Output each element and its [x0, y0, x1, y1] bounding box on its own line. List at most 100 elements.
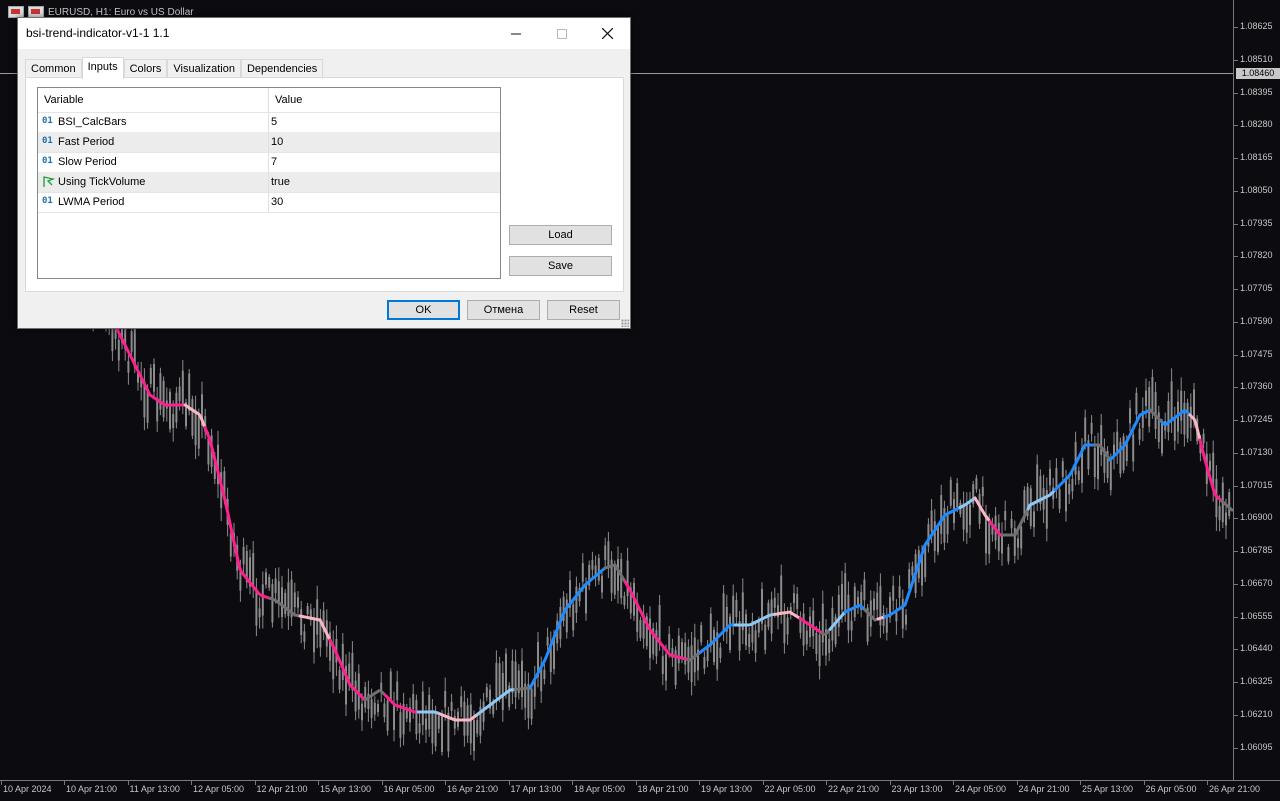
cancel-button[interactable]: Отмена — [467, 300, 540, 320]
candle-body — [469, 704, 472, 744]
candle-body — [444, 690, 447, 708]
tab-inputs[interactable]: Inputs — [81, 57, 124, 79]
price-tick — [1234, 92, 1238, 94]
candle-body — [348, 663, 351, 680]
price-tick — [1234, 747, 1238, 749]
input-value[interactable]: 30 — [271, 192, 283, 212]
input-value[interactable]: 10 — [271, 132, 283, 152]
time-label: 19 Apr 13:00 — [701, 784, 753, 794]
minimize-button[interactable] — [493, 18, 539, 49]
input-row[interactable]: 01 LWMA Period 30 — [38, 192, 500, 213]
price-axis[interactable]: 1.08625 1.08510 1.08395 1.08280 1.08165 1.080… — [1233, 0, 1280, 780]
input-value[interactable]: 7 — [271, 152, 277, 172]
candle-body — [1084, 417, 1087, 442]
time-label: 23 Apr 13:00 — [891, 784, 943, 794]
candle-body — [370, 699, 373, 718]
candle-body — [1077, 470, 1080, 481]
header-value[interactable]: Value — [269, 88, 500, 112]
load-button[interactable]: Load — [509, 225, 612, 245]
candle-body — [565, 599, 568, 633]
candle-body — [853, 586, 856, 618]
candle-body — [1058, 489, 1061, 509]
candle-body — [431, 710, 434, 744]
ok-button[interactable]: OK — [387, 300, 460, 320]
trend-line-segment — [1160, 409, 1192, 426]
candle-body — [1055, 467, 1058, 489]
candle-body — [658, 605, 661, 641]
time-axis[interactable]: 10 Apr 2024 10 Apr 21:00 11 Apr 13:00 12 Ap… — [0, 780, 1280, 801]
price-tick — [1234, 387, 1238, 389]
candle-body — [1020, 526, 1023, 549]
candle-body — [361, 703, 363, 721]
time-tick — [889, 781, 891, 785]
time-label: 16 Apr 05:00 — [383, 784, 435, 794]
candle-body — [450, 702, 453, 712]
input-row[interactable]: 01 BSI_CalcBars 5 — [38, 112, 500, 133]
tab-dependencies[interactable]: Dependencies — [240, 59, 324, 78]
candle-body — [303, 631, 306, 642]
resize-grip[interactable] — [621, 319, 629, 327]
price-label: 1.08395 — [1240, 86, 1273, 97]
time-label: 26 Apr 05:00 — [1145, 784, 1197, 794]
price-label: 1.07475 — [1240, 348, 1273, 359]
candle-body — [821, 603, 824, 643]
price-tick — [1234, 452, 1238, 454]
input-row[interactable]: 01 Fast Period 10 — [38, 132, 500, 153]
save-button[interactable]: Save — [509, 256, 612, 276]
price-label: 1.08280 — [1240, 119, 1273, 130]
price-tick — [1234, 354, 1238, 356]
candle-body — [837, 594, 840, 628]
input-name: Using TickVolume — [58, 176, 146, 188]
candle-body — [1122, 436, 1125, 471]
reset-button[interactable]: Reset — [547, 300, 620, 320]
candle-body — [268, 577, 271, 588]
candle-body — [265, 572, 267, 585]
trend-line-segment — [1026, 488, 1057, 511]
candle-body — [1074, 441, 1077, 475]
grid-header: Variable Value — [38, 88, 500, 113]
candle-body — [511, 660, 514, 693]
candle-body — [476, 719, 479, 734]
input-value[interactable]: true — [271, 172, 290, 192]
time-label: 22 Apr 05:00 — [764, 784, 816, 794]
input-name: Slow Period — [58, 156, 117, 168]
time-label: 12 Apr 21:00 — [256, 784, 308, 794]
tab-common[interactable]: Common — [25, 59, 82, 78]
candle-body — [421, 691, 424, 725]
time-tick — [762, 781, 764, 785]
candle-body — [617, 559, 619, 591]
input-row[interactable]: 01 Slow Period 7 — [38, 152, 500, 173]
candle-body — [754, 630, 757, 653]
candle-body — [1097, 443, 1099, 480]
tab-colors[interactable]: Colors — [123, 59, 168, 78]
price-label: 1.06900 — [1240, 512, 1273, 523]
candle-body — [540, 668, 543, 692]
price-tick — [1234, 583, 1238, 585]
dialog-title: bsi-trend-indicator-v1-1 1.1 — [26, 26, 170, 40]
dialog-titlebar[interactable]: bsi-trend-indicator-v1-1 1.1 — [18, 18, 630, 49]
close-button[interactable] — [584, 18, 630, 49]
candle-body — [1183, 402, 1186, 435]
candle-body — [828, 639, 831, 653]
price-label: 1.06785 — [1240, 545, 1273, 555]
price-label: 1.07935 — [1240, 217, 1273, 228]
candle-body — [700, 625, 703, 643]
candle-body — [261, 584, 264, 616]
time-tick — [508, 781, 510, 785]
candle-body — [649, 618, 651, 658]
candle-body — [988, 522, 991, 555]
candle-body — [805, 630, 808, 645]
candle-body — [985, 516, 987, 554]
price-label: 1.08050 — [1240, 184, 1273, 195]
inputs-grid[interactable]: Variable Value 01 BSI_CalcBars 5 01 Fast Per… — [37, 87, 501, 279]
header-variable[interactable]: Variable — [38, 88, 268, 112]
price-tick — [1234, 682, 1238, 683]
candle-body — [898, 586, 901, 598]
price-tick — [1234, 321, 1238, 323]
input-row[interactable]: Using TickVolume true — [38, 172, 500, 193]
candle-body — [956, 483, 959, 508]
candle-body — [713, 629, 715, 663]
tab-visualization[interactable]: Visualization — [167, 59, 241, 78]
candle-body — [812, 610, 815, 637]
input-value[interactable]: 5 — [271, 112, 277, 132]
